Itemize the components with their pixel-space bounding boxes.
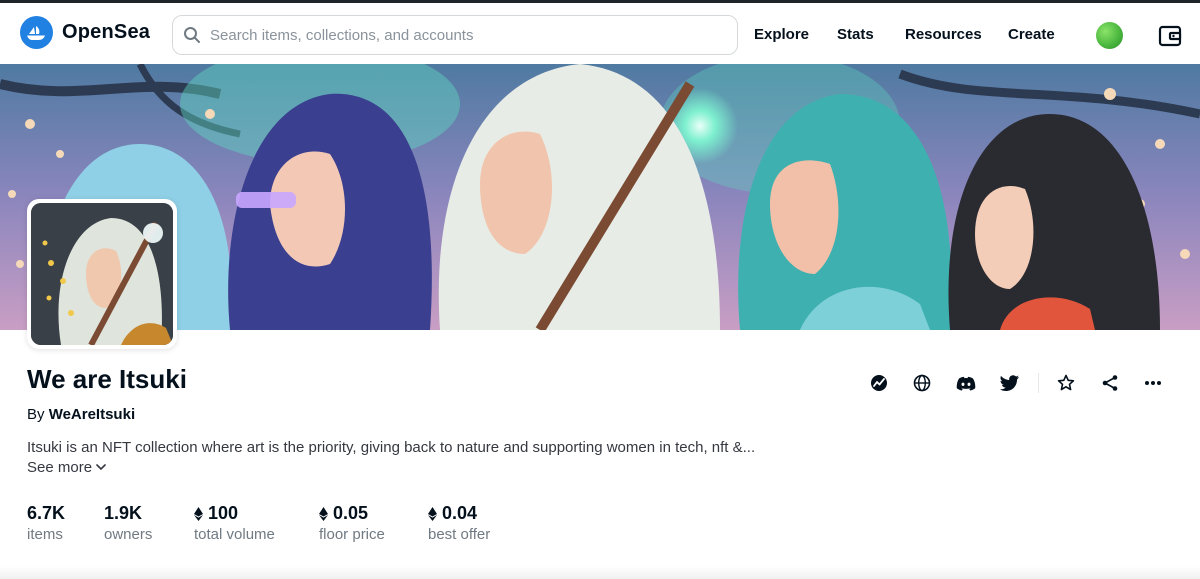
activity-icon[interactable] bbox=[868, 372, 890, 394]
stat-owners[interactable]: 1.9K owners bbox=[104, 503, 152, 543]
stat-owners-label: owners bbox=[104, 526, 153, 543]
creator-link[interactable]: WeAreItsuki bbox=[49, 406, 135, 423]
stat-items-value: 6.7K bbox=[27, 503, 66, 523]
nav-explore-link[interactable]: Explore bbox=[754, 26, 809, 43]
search-icon bbox=[182, 25, 202, 45]
stat-owners-value: 1.9K bbox=[104, 503, 143, 523]
collection-avatar-image bbox=[31, 203, 173, 345]
chevron-down-icon bbox=[96, 464, 106, 471]
opensea-logo-icon bbox=[20, 16, 53, 49]
twitter-icon[interactable] bbox=[998, 372, 1020, 394]
brand-name: OpenSea bbox=[62, 21, 151, 43]
more-options-icon[interactable] bbox=[1142, 372, 1164, 394]
actions-divider bbox=[1038, 373, 1039, 393]
nav-create-link[interactable]: Create bbox=[1008, 26, 1055, 43]
nav-resources-link[interactable]: Resources bbox=[905, 26, 982, 43]
share-icon[interactable] bbox=[1099, 372, 1121, 394]
collection-title: We are Itsuki bbox=[27, 364, 187, 394]
wallet-icon[interactable] bbox=[1158, 24, 1182, 48]
see-more-button[interactable]: See more bbox=[27, 459, 106, 476]
see-more-label: See more bbox=[27, 459, 93, 476]
stat-best-offer-label: best offer bbox=[428, 526, 491, 543]
search-bar[interactable] bbox=[172, 15, 738, 55]
stat-best-offer[interactable]: 0.04 best offer bbox=[428, 503, 490, 543]
stat-total-volume[interactable]: 100 total volume bbox=[194, 503, 275, 543]
collection-avatar[interactable] bbox=[27, 199, 177, 349]
navbar: OpenSea Explore Stats Resources Create bbox=[0, 3, 1200, 64]
stat-floor-price-value: 0.05 bbox=[333, 503, 369, 523]
collection-banner-image bbox=[0, 64, 1200, 330]
stat-total-volume-label: total volume bbox=[194, 526, 275, 543]
stat-best-offer-value: 0.04 bbox=[442, 503, 478, 523]
stat-items-label: items bbox=[27, 526, 63, 543]
ethereum-icon bbox=[319, 506, 328, 521]
discord-icon[interactable] bbox=[955, 372, 977, 394]
stat-items[interactable]: 6.7K items bbox=[27, 503, 65, 543]
stat-floor-price[interactable]: 0.05 floor price bbox=[319, 503, 385, 543]
ethereum-icon bbox=[428, 506, 437, 521]
ethereum-icon bbox=[194, 506, 203, 521]
page-bottom-shadow bbox=[0, 566, 1200, 579]
opensea-logo[interactable]: OpenSea bbox=[20, 16, 150, 49]
creator-line: By WeAreItsuki bbox=[27, 406, 135, 423]
search-input[interactable] bbox=[210, 26, 710, 44]
profile-avatar[interactable] bbox=[1096, 22, 1123, 49]
stat-floor-price-label: floor price bbox=[319, 526, 385, 543]
star-icon[interactable] bbox=[1055, 372, 1077, 394]
stat-total-volume-value: 100 bbox=[208, 503, 239, 523]
by-prefix: By bbox=[27, 406, 45, 423]
nav-stats-link[interactable]: Stats bbox=[837, 26, 874, 43]
website-icon[interactable] bbox=[911, 372, 933, 394]
collection-description: Itsuki is an NFT collection where art is… bbox=[27, 439, 756, 456]
